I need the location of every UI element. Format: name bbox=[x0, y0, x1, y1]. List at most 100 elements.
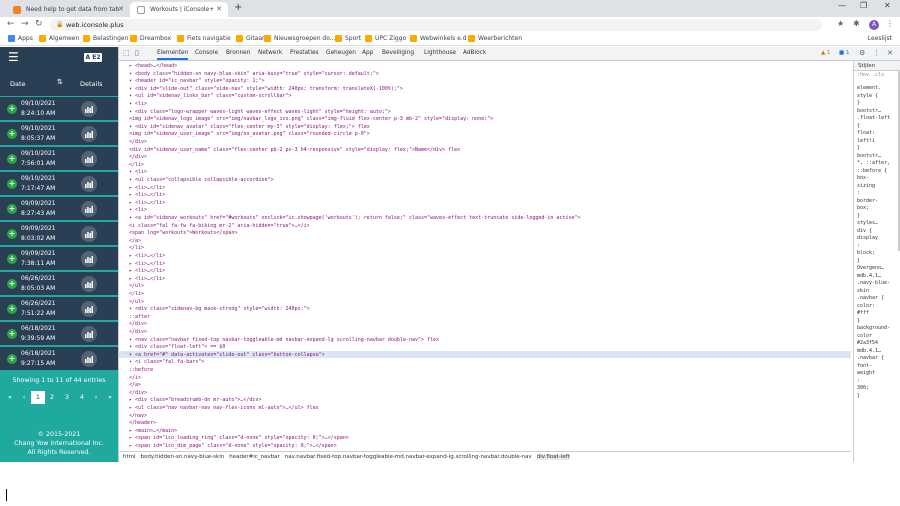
dom-node-line[interactable]: ▾ <ul id="sidenav_links_bar" class="cust… bbox=[129, 93, 292, 101]
details-chart-icon[interactable] bbox=[81, 201, 97, 217]
page-button-2[interactable]: 2 bbox=[45, 391, 59, 404]
app-badge[interactable]: A E2 bbox=[84, 53, 102, 62]
bookmark-folder[interactable]: Webwinkels e.d bbox=[410, 35, 467, 42]
sort-icon[interactable]: ⇅ bbox=[57, 78, 63, 86]
bookmark-star-icon[interactable]: ★ bbox=[837, 19, 844, 28]
expand-row-icon[interactable]: + bbox=[7, 179, 17, 189]
styles-filter[interactable]: :hov .cls bbox=[854, 72, 900, 80]
table-row[interactable]: +06/26/2021 7:51:22 AM bbox=[0, 296, 118, 320]
dom-node-line[interactable]: ▸ <div class="breadcrumb-dn mr-auto">…</… bbox=[129, 397, 261, 405]
styles-tab[interactable]: Stijlen bbox=[854, 61, 900, 71]
dom-node-line[interactable]: ▾ <div class="logo-wrapper waves-light w… bbox=[129, 109, 391, 117]
devtools-tab-app[interactable]: App bbox=[362, 50, 373, 56]
close-window-icon[interactable]: ✕ bbox=[884, 1, 891, 10]
dom-node-line[interactable]: ▸ <li>…</li> bbox=[129, 268, 165, 276]
dom-node-line[interactable]: ▸ <head>…</head> bbox=[129, 63, 177, 71]
table-row[interactable]: +09/10/2021 8:05:37 AM bbox=[0, 121, 118, 145]
dom-node-line[interactable]: </div> bbox=[129, 329, 147, 337]
browser-tab-1[interactable]: Need help to get data from tab ✕ bbox=[6, 2, 130, 17]
bookmark-apps[interactable]: Apps bbox=[8, 35, 33, 42]
forward-icon[interactable]: → bbox=[21, 19, 29, 29]
bookmark-folder[interactable]: Sport bbox=[335, 35, 361, 42]
details-chart-icon[interactable] bbox=[81, 251, 97, 267]
dom-node-line[interactable]: ▸ <li>…</li> bbox=[129, 276, 165, 284]
devtools-tab-lighthouse[interactable]: Lighthouse bbox=[424, 50, 456, 56]
table-row[interactable]: +09/09/2021 8:27:43 AM bbox=[0, 196, 118, 220]
dom-node-line[interactable]: ▸ <li>…</li> bbox=[129, 261, 165, 269]
bookmark-folder[interactable]: Nieuwsgroepen do... bbox=[264, 35, 336, 42]
dom-node-line[interactable]: <img id="sidenav_logo_image" src="img/na… bbox=[129, 116, 493, 124]
expand-row-icon[interactable]: + bbox=[7, 254, 17, 264]
dom-node-line[interactable]: </div> bbox=[129, 154, 147, 162]
dom-node-line[interactable]: ▾ <div id="slide-out" class="side-nav" s… bbox=[129, 86, 403, 94]
hamburger-menu-icon[interactable]: ☰ bbox=[8, 50, 19, 64]
prev-page-button[interactable]: ‹ bbox=[17, 391, 31, 404]
expand-row-icon[interactable]: + bbox=[7, 279, 17, 289]
dom-node-line[interactable]: ▸ <li>…</li> bbox=[129, 192, 165, 200]
dom-node-line[interactable]: ▸ <span id="ico_dim_page" class="d-none"… bbox=[129, 443, 337, 451]
devtools-tab-netwerk[interactable]: Netwerk bbox=[258, 50, 282, 56]
bookmark-folder[interactable]: Weerberichten bbox=[468, 35, 522, 42]
profile-avatar[interactable]: A bbox=[869, 20, 879, 30]
dom-node-line[interactable]: </div> bbox=[129, 139, 147, 147]
dom-node-line[interactable]: ▸ <li>…</li> bbox=[129, 200, 165, 208]
dom-node-line[interactable]: ▾ <a id="sidenav_workouts" href="#workou… bbox=[129, 215, 581, 223]
table-row[interactable]: +09/10/2021 7:56:01 AM bbox=[0, 146, 118, 170]
dom-node-line[interactable]: ▾ <li> bbox=[129, 169, 147, 177]
lock-icon[interactable]: 🔒 bbox=[56, 21, 63, 28]
dom-node-line[interactable]: </div> bbox=[129, 390, 147, 398]
dom-node-line[interactable]: </div> bbox=[129, 321, 147, 329]
dom-node-line[interactable]: ▸ <span id="ico_loading_ring" class="d-n… bbox=[129, 435, 349, 443]
details-chart-icon[interactable] bbox=[81, 276, 97, 292]
devtools-tab-geheugen[interactable]: Geheugen bbox=[326, 50, 356, 56]
breadcrumb-item[interactable]: header#ic_navbar bbox=[229, 454, 280, 460]
table-row[interactable]: +06/18/2021 9:27:15 AM bbox=[0, 346, 118, 370]
devtools-tab-beveiliging[interactable]: Beveiliging bbox=[382, 50, 414, 56]
page-button-4[interactable]: 4 bbox=[75, 391, 89, 404]
reading-list[interactable]: Leeslijst bbox=[868, 35, 892, 42]
dom-node-line[interactable]: </li> bbox=[129, 162, 144, 170]
dom-node-line[interactable]: ▾ <li> bbox=[129, 207, 147, 215]
dom-node-line[interactable]: ▾ <i class="fal fa-bars"> bbox=[129, 359, 204, 367]
browser-tab-2[interactable]: Workouts | iConsole+ ✕ bbox=[130, 2, 228, 17]
inspect-element-icon[interactable]: ⬚ bbox=[123, 49, 130, 57]
table-row[interactable]: +09/09/2021 8:03:02 AM bbox=[0, 221, 118, 245]
dom-node-line[interactable]: ▾ <header id="ic_navbar" style="opacity:… bbox=[129, 78, 264, 86]
table-row[interactable]: +06/18/2021 9:39:59 AM bbox=[0, 321, 118, 345]
dom-node-line[interactable]: ▸ <ul class="nav navbar-nav nav-flex-ico… bbox=[129, 405, 319, 413]
breadcrumb-item[interactable]: body.hidden-sn.navy-blue-skin bbox=[141, 454, 225, 460]
bookmark-folder[interactable]: UPC Ziggo bbox=[365, 35, 406, 42]
table-row[interactable]: +09/09/2021 7:38:11 AM bbox=[0, 246, 118, 270]
page-button-3[interactable]: 3 bbox=[60, 391, 74, 404]
dom-node-line[interactable]: ▸ <main>…</main> bbox=[129, 428, 177, 436]
details-chart-icon[interactable] bbox=[81, 126, 97, 142]
dom-node-line[interactable]: </nav> bbox=[129, 413, 147, 421]
next-page-button[interactable]: › bbox=[89, 391, 103, 404]
extensions-icon[interactable]: ✱ bbox=[853, 19, 860, 28]
dom-node-line[interactable]: ▾ <body class="hidden-sn navy-blue-skin"… bbox=[129, 71, 379, 79]
breadcrumb-item[interactable]: nav.navbar.fixed-top.navbar-toggleable-m… bbox=[285, 454, 532, 460]
messages-count[interactable]: ■ 1 bbox=[839, 50, 849, 56]
dom-node-line[interactable]: ::before bbox=[129, 367, 153, 375]
close-tab-icon[interactable]: ✕ bbox=[216, 5, 222, 13]
details-chart-icon[interactable] bbox=[81, 176, 97, 192]
dom-node-line[interactable]: </a> bbox=[129, 382, 141, 390]
expand-row-icon[interactable]: + bbox=[7, 204, 17, 214]
dom-node-line[interactable]: ▾ <a href="#" data-activates="slide-out"… bbox=[129, 352, 325, 360]
expand-row-icon[interactable]: + bbox=[7, 354, 17, 364]
table-row[interactable]: +09/10/2021 8:24:10 AM bbox=[0, 96, 118, 120]
devtools-tab-prestaties[interactable]: Prestaties bbox=[290, 50, 319, 56]
expand-row-icon[interactable]: + bbox=[7, 329, 17, 339]
dom-node-line[interactable]: <span lng="workouts">Workouts</span> bbox=[129, 230, 237, 238]
settings-gear-icon[interactable]: ⚙ bbox=[859, 49, 865, 57]
dom-node-line[interactable]: </a> bbox=[129, 238, 141, 246]
details-chart-icon[interactable] bbox=[81, 101, 97, 117]
dom-node-line[interactable]: ▾ <div class="float-left"> == $0 bbox=[129, 344, 225, 352]
maximize-icon[interactable]: ❐ bbox=[860, 1, 867, 10]
bookmark-folder[interactable]: Fiets navigatie bbox=[177, 35, 231, 42]
minimize-icon[interactable]: — bbox=[838, 1, 846, 10]
close-devtools-icon[interactable]: ✕ bbox=[887, 49, 893, 57]
dom-tree[interactable]: ··· ▸ <head>…</head> ▾ <body class="hidde… bbox=[119, 61, 851, 451]
menu-kebab-icon[interactable]: ⋮ bbox=[886, 19, 894, 28]
devtools-tab-console[interactable]: Console bbox=[195, 50, 218, 56]
